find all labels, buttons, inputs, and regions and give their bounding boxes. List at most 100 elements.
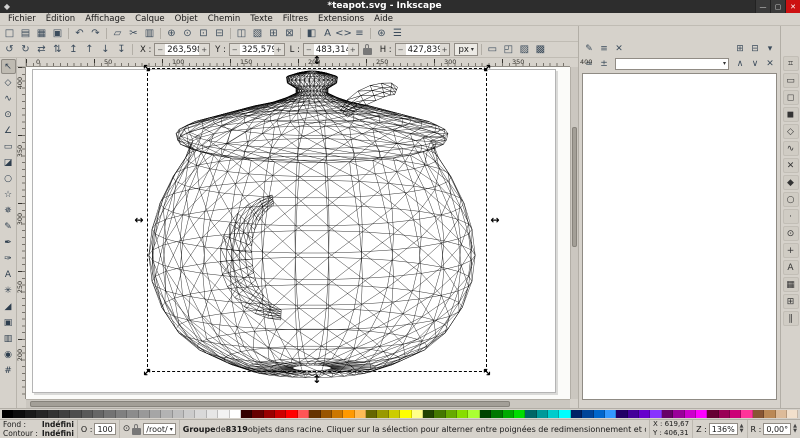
- zoom-page-icon[interactable]: ⊡: [196, 27, 211, 41]
- palette-swatch[interactable]: [173, 410, 184, 418]
- palette-swatch[interactable]: [662, 410, 673, 418]
- palette-swatch[interactable]: [468, 410, 479, 418]
- snap-page-border-icon[interactable]: ▦: [783, 277, 799, 292]
- create-clone-icon[interactable]: ▧: [250, 27, 265, 41]
- snap-intersection-icon[interactable]: ✕: [783, 158, 799, 173]
- snap-nodes-icon[interactable]: ◇: [783, 124, 799, 139]
- fill-stroke-indicator[interactable]: Fond : Indéfini Contour : Indéfini: [3, 420, 74, 438]
- palette-swatch[interactable]: [787, 410, 798, 418]
- unit-dropdown[interactable]: px ▾: [454, 43, 477, 56]
- zoom-steppers[interactable]: ▲▼: [740, 424, 744, 434]
- group-icon[interactable]: ⊞: [266, 27, 281, 41]
- x-decrement-button[interactable]: −: [155, 44, 165, 55]
- palette-swatch[interactable]: [252, 410, 263, 418]
- palette-swatch[interactable]: [389, 410, 400, 418]
- palette-swatch[interactable]: [127, 410, 138, 418]
- palette-swatch[interactable]: [241, 410, 252, 418]
- zoom-selection-icon[interactable]: ⊕: [164, 27, 179, 41]
- y-increment-button[interactable]: +: [274, 44, 284, 55]
- dock-lower-icon[interactable]: ⊟: [748, 42, 762, 55]
- document-properties-icon[interactable]: ⊛: [374, 27, 389, 41]
- menu-edition[interactable]: Édition: [41, 13, 80, 26]
- palette-swatch[interactable]: [730, 410, 741, 418]
- text-dialog-icon[interactable]: A: [320, 27, 335, 41]
- menu-extensions[interactable]: Extensions: [313, 13, 369, 26]
- selector-tool-icon[interactable]: ↖: [1, 59, 16, 74]
- gradient-tool-icon[interactable]: ▥: [1, 331, 16, 346]
- layer-indicator[interactable]: ⊙ /root/ ▾: [119, 420, 176, 438]
- tweak-tool-icon[interactable]: ∿: [1, 91, 16, 106]
- rotation-control[interactable]: R : 0,00° ▲▼: [747, 420, 797, 438]
- horizontal-scrollbar[interactable]: [26, 399, 570, 408]
- snap-rotation-center-icon[interactable]: +: [783, 243, 799, 258]
- scale-handle-e[interactable]: ↔: [490, 215, 499, 226]
- menu-aide[interactable]: Aide: [369, 13, 398, 26]
- palette-swatch[interactable]: [150, 410, 161, 418]
- menu-texte[interactable]: Texte: [245, 13, 277, 26]
- star-tool-icon[interactable]: ☆: [1, 187, 16, 202]
- connector-tool-icon[interactable]: #: [1, 363, 16, 378]
- duplicate-icon[interactable]: ◫: [234, 27, 249, 41]
- palette-swatch[interactable]: [230, 410, 241, 418]
- palette-swatch[interactable]: [650, 410, 661, 418]
- palette-swatch[interactable]: [594, 410, 605, 418]
- palette-swatch[interactable]: [514, 410, 525, 418]
- palette-swatch[interactable]: [525, 410, 536, 418]
- palette-swatch[interactable]: [366, 410, 377, 418]
- palette-swatch[interactable]: [446, 410, 457, 418]
- ruler-left[interactable]: 400350300250200: [17, 67, 26, 399]
- palette-swatch[interactable]: [764, 410, 775, 418]
- palette-swatch[interactable]: [195, 410, 206, 418]
- menu-chemin[interactable]: Chemin: [203, 13, 246, 26]
- y-spinbox[interactable]: − 325,579 +: [229, 43, 285, 56]
- palette-swatch[interactable]: [332, 410, 343, 418]
- palette-swatch[interactable]: [616, 410, 627, 418]
- scale-handle-w[interactable]: ↔: [134, 215, 143, 226]
- rotation-steppers[interactable]: ▲▼: [793, 424, 797, 434]
- snap-smooth-node-icon[interactable]: ○: [783, 192, 799, 207]
- affect-corners-icon[interactable]: ◰: [501, 43, 516, 57]
- affect-pattern-icon[interactable]: ▩: [533, 43, 548, 57]
- palette-swatch[interactable]: [13, 410, 24, 418]
- snap-enable-icon[interactable]: ⌗: [783, 56, 799, 71]
- palette-swatch[interactable]: [400, 410, 411, 418]
- dropper-tool-icon[interactable]: ◉: [1, 347, 16, 362]
- new-document-icon[interactable]: □: [2, 27, 17, 41]
- palette-swatch[interactable]: [685, 410, 696, 418]
- rotate-cw-icon[interactable]: ↻: [18, 43, 33, 57]
- palette-swatch[interactable]: [628, 410, 639, 418]
- palette-swatch[interactable]: [537, 410, 548, 418]
- ellipse-tool-icon[interactable]: ○: [1, 171, 16, 186]
- canvas[interactable]: ↔↔↔↔↔↔↔↔: [26, 67, 570, 399]
- dock-expand-icon[interactable]: ∨: [748, 57, 762, 70]
- palette-swatch[interactable]: [218, 410, 229, 418]
- dock-list-icon[interactable]: ≡: [597, 42, 611, 55]
- palette-swatch[interactable]: [139, 410, 150, 418]
- palette-swatch[interactable]: [673, 410, 684, 418]
- rotate-ccw-icon[interactable]: ↺: [2, 43, 17, 57]
- palette-swatch[interactable]: [36, 410, 47, 418]
- zoom-page-width-icon[interactable]: ⊟: [212, 27, 227, 41]
- palette-swatch[interactable]: [298, 410, 309, 418]
- snap-cusp-node-icon[interactable]: ◆: [783, 175, 799, 190]
- palette-swatch[interactable]: [264, 410, 275, 418]
- dock-collapse-icon[interactable]: ∧: [733, 57, 747, 70]
- palette-swatch[interactable]: [309, 410, 320, 418]
- palette-swatch[interactable]: [321, 410, 332, 418]
- palette-swatch[interactable]: [480, 410, 491, 418]
- snap-bbox-corner-icon[interactable]: ◼: [783, 107, 799, 122]
- measure-tool-icon[interactable]: ∠: [1, 123, 16, 138]
- height-spinbox[interactable]: − 427,839 +: [395, 43, 451, 56]
- x-spinbox[interactable]: − 263,598 +: [154, 43, 210, 56]
- menu-objet[interactable]: Objet: [170, 13, 203, 26]
- rotation-value[interactable]: 0,00°: [763, 423, 791, 435]
- opacity-control[interactable]: O : 100: [77, 420, 116, 438]
- scale-handle-n[interactable]: ↔: [312, 55, 323, 64]
- ungroup-icon[interactable]: ⊠: [282, 27, 297, 41]
- flip-horizontal-icon[interactable]: ⇄: [34, 43, 49, 57]
- x-increment-button[interactable]: +: [199, 44, 209, 55]
- layer-lock-icon[interactable]: [132, 428, 141, 435]
- menu-filtres[interactable]: Filtres: [278, 13, 313, 26]
- selection-bbox[interactable]: [147, 68, 487, 372]
- layer-dropdown[interactable]: /root/ ▾: [143, 423, 175, 435]
